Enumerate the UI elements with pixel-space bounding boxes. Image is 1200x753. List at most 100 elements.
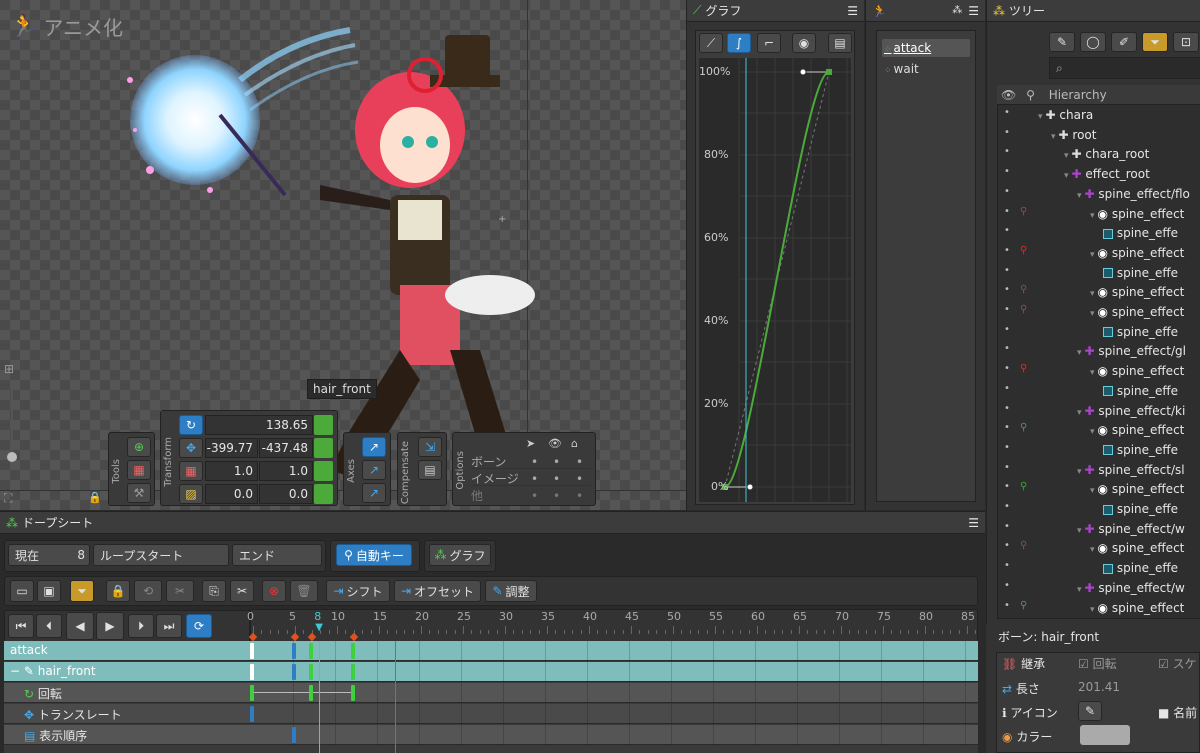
expand-arrow-icon[interactable]: ▾	[1090, 605, 1095, 615]
tree-item[interactable]: • ▾ ✚ chara	[998, 106, 1200, 126]
filter-button[interactable]: ⏷	[70, 580, 94, 602]
ruler-key-marker[interactable]	[248, 632, 258, 642]
visibility-dot-icon[interactable]: •	[1004, 343, 1010, 354]
playhead-marker[interactable]: ▼	[315, 622, 323, 633]
first-frame-button[interactable]: ⏮	[8, 614, 34, 638]
menu-icon[interactable]: ☰	[968, 516, 979, 530]
rotate-key-icon[interactable]	[314, 415, 333, 435]
visibility-dot-icon[interactable]: •	[1004, 245, 1010, 256]
graph-toggle-button[interactable]: ⁂ グラフ	[429, 544, 491, 566]
tree-item[interactable]: • ⚲ ▾ ◉ spine_effect	[998, 539, 1200, 559]
options-row-bones[interactable]: ボーン • • •	[471, 453, 591, 469]
tree-item[interactable]: • spine_effe	[998, 441, 1200, 461]
keyframe[interactable]	[250, 664, 254, 680]
cut-keys-button[interactable]: ✂	[166, 580, 194, 602]
options-row-other[interactable]: 他 • • •	[471, 487, 591, 503]
filter-attachments-button[interactable]: ✐	[1111, 32, 1137, 52]
visibility-dot-icon[interactable]: •	[1004, 186, 1010, 197]
visibility-dot-icon[interactable]: •	[1004, 127, 1010, 138]
visibility-dot-icon[interactable]: •	[1004, 442, 1010, 453]
loop-playback-button[interactable]: ⟳	[186, 614, 212, 638]
expand-arrow-icon[interactable]: ▾	[1090, 368, 1095, 378]
timeline-row[interactable]: − ✎ hair_front	[4, 662, 978, 682]
visibility-dot-icon[interactable]: •	[1004, 422, 1010, 433]
timeline-ruler[interactable]: 0 5 8 10 15 20 25 30 35 40 45 50 55 60 65 70 75 80 85 ▼	[247, 609, 978, 645]
translate-x-field[interactable]: -399.77	[205, 438, 258, 458]
tree-item[interactable]: • ⚲ ▾ ◉ spine_effect	[998, 599, 1200, 619]
visibility-dot-icon[interactable]: •	[1004, 304, 1010, 315]
prev-key-button[interactable]: ⏴	[36, 614, 62, 638]
keyframe[interactable]	[350, 643, 355, 659]
keyframe[interactable]	[250, 643, 254, 659]
keyframe[interactable]	[292, 643, 296, 659]
options-row-images[interactable]: イメージ • • •	[471, 470, 591, 486]
shear-icon[interactable]: ▨	[179, 484, 203, 504]
animation-viewport[interactable]: 🏃 アニメ化 + hair_front ⊞ ⛶ 🔒 Tools ⊕ ▦ ⚒ Tr…	[0, 0, 686, 510]
tree-item[interactable]: • ▾ ✚ spine_effect/w	[998, 520, 1200, 540]
play-button[interactable]: ▶	[96, 612, 124, 640]
options-icon[interactable]: ⁂	[952, 5, 962, 16]
tree-item[interactable]: • spine_effe	[998, 264, 1200, 284]
visibility-dot-icon[interactable]: •	[1004, 383, 1010, 394]
next-key-button[interactable]: ⏵	[128, 614, 154, 638]
end-field[interactable]: エンド	[232, 544, 322, 566]
axes-local-button[interactable]: ↗	[362, 437, 386, 457]
translate-icon[interactable]: ✥	[179, 438, 203, 458]
expand-arrow-icon[interactable]: ▾	[1051, 132, 1056, 142]
keyframe[interactable]	[292, 664, 296, 680]
tree-item[interactable]: • ▾ ✚ root	[998, 126, 1200, 146]
zoom-slider[interactable]	[11, 384, 13, 454]
last-frame-button[interactable]: ⏭	[156, 614, 182, 638]
play-reverse-button[interactable]: ◀	[66, 612, 94, 640]
tree-item[interactable]: • spine_effe	[998, 323, 1200, 343]
tree-item[interactable]: • spine_effe	[998, 382, 1200, 402]
expand-arrow-icon[interactable]: ▾	[1077, 585, 1082, 595]
auto-key-button[interactable]: ⚲ 自動キー	[336, 544, 412, 566]
translate-y-field[interactable]: -437.48	[259, 438, 313, 458]
tree-item[interactable]: • ⚲ ▾ ◉ spine_effect	[998, 303, 1200, 323]
visibility-dot-icon[interactable]: •	[1004, 501, 1010, 512]
ruler-key-marker[interactable]	[290, 632, 300, 642]
keyframe[interactable]	[292, 727, 296, 743]
graph-preset-button[interactable]: ▤	[828, 33, 852, 53]
collapse-icon[interactable]: −	[10, 664, 24, 678]
adjust-button[interactable]: ✎ 調整	[485, 580, 537, 602]
shear-x-field[interactable]: 0.0	[205, 484, 258, 504]
visibility-dot-icon[interactable]: •	[1004, 284, 1010, 295]
rotate-icon[interactable]: ↻	[179, 415, 203, 435]
loop-start-field[interactable]: ループスタート	[93, 544, 229, 566]
ruler-key-marker[interactable]	[307, 632, 317, 642]
show-name-checkbox[interactable]: ■ 名前	[1158, 704, 1197, 721]
keyframe[interactable]	[308, 685, 313, 701]
curve-graph[interactable]: 100% 80% 60% 40% 20% 0%	[699, 58, 851, 502]
lock-icon[interactable]: 🔒	[88, 491, 102, 504]
compensate-images-button[interactable]: ▤	[418, 460, 442, 480]
scale-y-field[interactable]: 1.0	[259, 461, 313, 481]
visibility-dot-icon[interactable]: •	[1004, 107, 1010, 118]
shift-button[interactable]: ⇥ シフト	[326, 580, 390, 602]
tree-item[interactable]: • ▾ ✚ chara_root	[998, 145, 1200, 165]
tree-item[interactable]: • ⚲ ▾ ◉ spine_effect	[998, 362, 1200, 382]
keyframe[interactable]	[308, 664, 313, 680]
expand-arrow-icon[interactable]: ▾	[1077, 191, 1082, 201]
compensate-bones-button[interactable]: ⇲	[418, 437, 442, 457]
axes-parent-button[interactable]: ↗	[362, 460, 386, 480]
translate-key-icon[interactable]	[314, 438, 333, 458]
filter-slots-button[interactable]: ◯	[1080, 32, 1106, 52]
stepped-curve-button[interactable]: ⌐	[757, 33, 781, 53]
cut-button[interactable]: ✂	[230, 580, 254, 602]
visibility-dot-icon[interactable]: •	[1004, 481, 1010, 492]
timeline-row[interactable]: ✥ トランスレート	[4, 704, 978, 724]
visibility-dot-icon[interactable]: •	[1004, 324, 1010, 335]
visibility-dot-icon[interactable]: •	[1004, 600, 1010, 611]
tree-item[interactable]: • ⚲ ▾ ◉ spine_effect	[998, 244, 1200, 264]
visibility-dot-icon[interactable]: •	[1004, 521, 1010, 532]
scale-x-field[interactable]: 1.0	[205, 461, 258, 481]
tree-item[interactable]: • ▾ ✚ spine_effect/w	[998, 579, 1200, 599]
rotate-field[interactable]: 138.65	[205, 415, 313, 435]
lock-button[interactable]: 🔒	[106, 580, 130, 602]
visibility-dot-icon[interactable]: •	[1004, 560, 1010, 571]
tree-item[interactable]: • ▾ ✚ spine_effect/ki	[998, 402, 1200, 422]
expand-arrow-icon[interactable]: ▾	[1077, 467, 1082, 477]
expand-arrow-icon[interactable]: ▾	[1090, 250, 1095, 260]
